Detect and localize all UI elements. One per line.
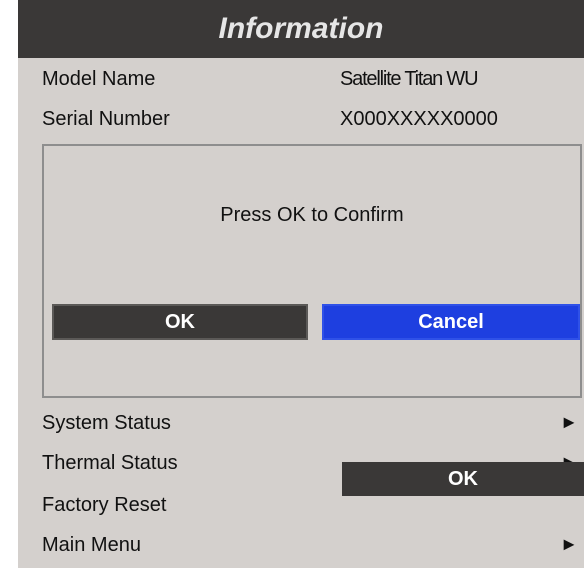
cancel-button[interactable]: Cancel — [322, 304, 580, 340]
thermal-status-label: Thermal Status — [42, 452, 178, 474]
system-status-item[interactable]: System Status ► — [18, 406, 584, 442]
information-panel: Information Model Name Satellite Titan W… — [18, 0, 584, 568]
title-bar: Information — [18, 0, 584, 58]
serial-number-value: X000XXXXX0000 — [340, 108, 498, 130]
main-menu-item[interactable]: Main Menu ► — [18, 528, 584, 564]
serial-number-row: Serial Number X000XXXXX0000 — [18, 102, 584, 138]
right-arrow-icon: ► — [560, 412, 578, 432]
system-status-label: System Status — [42, 412, 171, 434]
right-arrow-icon: ► — [560, 534, 578, 554]
serial-number-label: Serial Number — [42, 108, 170, 130]
model-name-value: Satellite Titan WU — [340, 68, 479, 90]
model-name-row: Model Name Satellite Titan WU — [18, 62, 584, 98]
main-menu-label: Main Menu — [42, 534, 141, 556]
confirm-message: Press OK to Confirm — [220, 204, 404, 226]
factory-reset-label: Factory Reset — [42, 494, 167, 516]
ok-button[interactable]: OK — [52, 304, 308, 340]
model-name-label: Model Name — [42, 68, 156, 90]
confirm-dialog: Press OK to Confirm OK Cancel — [42, 144, 582, 398]
factory-reset-ok-button[interactable]: OK — [342, 462, 584, 496]
page-title: Information — [218, 12, 384, 45]
